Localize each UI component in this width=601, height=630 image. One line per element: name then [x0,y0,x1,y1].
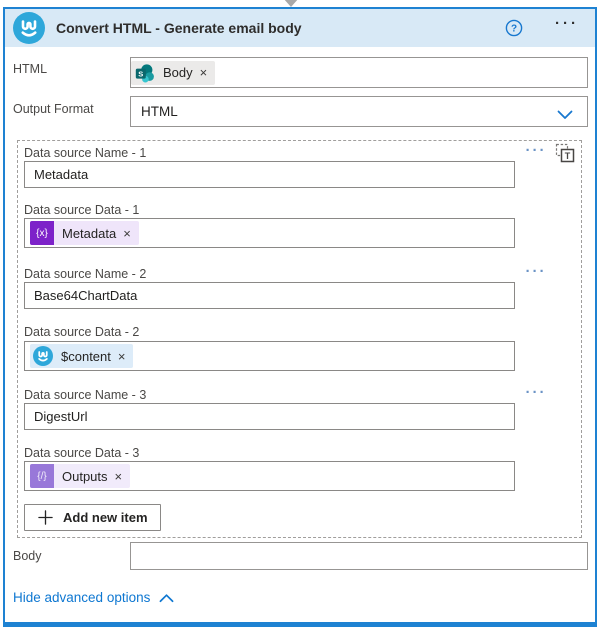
html-field-label: HTML [13,62,48,76]
token-label: Body [163,65,193,80]
action-title: Convert HTML - Generate email body [56,20,302,36]
ds-name-input-3[interactable]: DigestUrl [24,403,515,430]
ds-name-label-3: Data source Name - 3 [24,388,147,402]
output-format-label: Output Format [13,102,94,116]
output-format-value: HTML [141,104,178,119]
add-new-item-button[interactable]: Add new item [24,504,161,531]
ds-data-label-2: Data source Data - 2 [24,325,140,339]
token-label: $content [61,348,111,364]
chevron-up-icon [159,593,174,602]
output-format-select[interactable]: HTML [130,96,588,127]
html-input[interactable]: S Body × [130,57,588,88]
token-close-icon[interactable]: × [123,226,131,241]
svg-text:?: ? [511,24,517,35]
item-menu-ellipsis-icon[interactable]: ··· [521,384,551,401]
hide-advanced-options-label: Hide advanced options [13,590,151,605]
svg-text:T: T [565,151,571,161]
switch-to-input-entire-array-icon[interactable]: T [554,142,576,164]
flow-action-card-screen: Convert HTML - Generate email body ? ···… [0,0,601,630]
ds-name-input-2[interactable]: Base64ChartData [24,282,515,309]
chevron-down-icon [557,108,573,123]
ds-data-label-3: Data source Data - 3 [24,446,140,460]
convert-html-action-card: Convert HTML - Generate email body ? ···… [3,7,597,627]
add-new-item-label: Add new item [63,510,148,525]
body-input[interactable] [130,542,588,570]
flow-connector-arrow-icon [283,0,299,7]
action-card-header[interactable]: Convert HTML - Generate email body ? ··· [5,9,595,47]
hide-advanced-options-link[interactable]: Hide advanced options [13,590,174,605]
outputs-icon: {/} [30,464,54,488]
encodian-logo-icon [13,12,45,44]
ds-name-input-1[interactable]: Metadata [24,161,515,188]
data-sources-array-container: T Data source Name - 1 ··· Metadata Data… [17,140,582,538]
item-menu-ellipsis-icon[interactable]: ··· [521,142,551,159]
encodian-icon [33,346,53,366]
ds-data-input-2[interactable]: $content × [24,341,515,371]
ds-data-input-3[interactable]: {/} Outputs × [24,461,515,491]
ds-name-label-2: Data source Name - 2 [24,267,147,281]
token-close-icon[interactable]: × [118,349,126,364]
ds-data-label-1: Data source Data - 1 [24,203,140,217]
content-token-pill[interactable]: $content × [30,344,134,368]
ds-data-input-1[interactable]: {x} Metadata × [24,218,515,248]
token-close-icon[interactable]: × [200,65,208,80]
plus-icon [38,510,53,525]
ds-name-value-1: Metadata [34,167,89,182]
token-label: Outputs [62,468,108,484]
sharepoint-icon: S [135,63,155,83]
help-icon[interactable]: ? [505,19,523,37]
item-menu-ellipsis-icon[interactable]: ··· [521,263,551,280]
body-token-pill[interactable]: S Body × [131,60,216,85]
variable-icon: {x} [30,221,54,245]
token-label: Metadata [62,225,117,241]
ds-name-value-2: Base64ChartData [34,288,138,303]
body-field-label: Body [13,549,42,563]
outputs-token-pill[interactable]: {/} Outputs × [30,464,131,488]
svg-text:S: S [138,69,143,78]
ds-name-value-3: DigestUrl [34,409,88,424]
ds-name-label-1: Data source Name - 1 [24,146,147,160]
menu-ellipsis-icon[interactable]: ··· [555,15,579,32]
token-close-icon[interactable]: × [115,469,123,484]
metadata-token-pill[interactable]: {x} Metadata × [30,221,139,245]
